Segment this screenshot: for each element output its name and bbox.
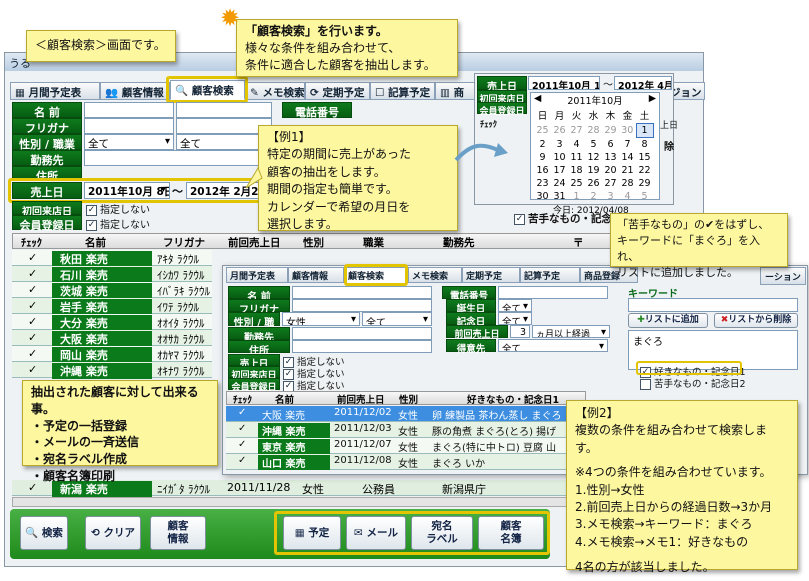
- callout-pointer: [245, 166, 263, 189]
- arrow-to-calendar: [454, 143, 499, 162]
- connector-arrows: [245, 143, 508, 189]
- screenshot-stage: { "window": {"title_fragment": "うる"}, "m…: [0, 0, 809, 581]
- arrow-head: [494, 143, 508, 157]
